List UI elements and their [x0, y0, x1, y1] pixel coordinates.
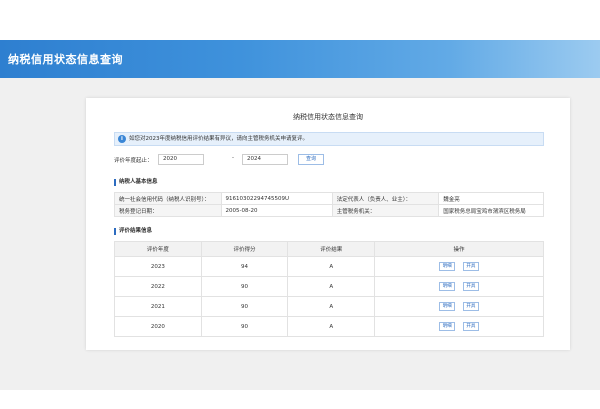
evaluation-section-title: 评价结果信息 — [114, 228, 152, 235]
tax-authority-value: 国家税务总局宝鸡市渭滨区税务局 — [438, 204, 544, 217]
column-header-result: 评价结果 — [287, 241, 376, 257]
year-cell: 2022 — [114, 276, 202, 297]
action-cell: 明细 开具 — [374, 296, 544, 317]
legal-rep-label: 法定代表人（负责人、业主）： — [331, 192, 440, 205]
query-button[interactable]: 查询 — [298, 154, 324, 165]
table-row: 2020 90 A 明细 开具 — [114, 316, 544, 337]
notice-text: 如您对2023年度纳税信用评价结果有异议，请向主管税务机关申请复评。 — [129, 136, 308, 142]
year-cell: 2020 — [114, 316, 202, 337]
score-cell: 90 — [200, 296, 289, 317]
table-row: 2022 90 A 明细 开具 — [114, 276, 544, 297]
column-header-score: 评价得分 — [200, 241, 289, 257]
table-header-row: 评价年度 评价得分 评价结果 操作 — [114, 241, 544, 257]
column-header-action: 操作 — [374, 241, 544, 257]
issue-button[interactable]: 开具 — [462, 322, 479, 331]
credit-code-label: 统一社会信用代码（纳税人识别号）： — [114, 192, 222, 205]
action-cell: 明细 开具 — [374, 316, 544, 337]
evaluation-table: 评价年度 评价得分 评价结果 操作 2023 94 A 明细 开具 2022 9… — [114, 241, 544, 337]
detail-button[interactable]: 明细 — [439, 322, 456, 331]
year-range-label: 评价年度起止： — [114, 158, 153, 164]
result-cell: A — [287, 256, 376, 277]
info-row: 统一社会信用代码（纳税人识别号）： 91610302294745509U 法定代… — [114, 192, 544, 205]
table-row: 2023 94 A 明细 开具 — [114, 256, 544, 277]
table-row: 2021 90 A 明细 开具 — [114, 296, 544, 317]
action-cell: 明细 开具 — [374, 256, 544, 277]
score-cell: 90 — [200, 276, 289, 297]
tax-authority-label: 主管税务机关： — [331, 204, 440, 217]
issue-button[interactable]: 开具 — [462, 262, 479, 271]
start-year-input[interactable]: 2020 — [158, 154, 204, 165]
top-header-bar: 纳税信用状态信息查询 — [0, 40, 600, 78]
range-separator: - — [232, 155, 234, 161]
issue-button[interactable]: 开具 — [462, 302, 479, 311]
year-cell: 2023 — [114, 256, 202, 277]
basic-info-table: 统一社会信用代码（纳税人识别号）： 91610302294745509U 法定代… — [114, 192, 544, 217]
query-panel: 纳税信用状态信息查询 i 如您对2023年度纳税信用评价结果有异议，请向主管税务… — [86, 98, 570, 350]
detail-button[interactable]: 明细 — [439, 302, 456, 311]
score-cell: 90 — [200, 316, 289, 337]
issue-button[interactable]: 开具 — [462, 282, 479, 291]
info-row: 税务登记日期： 2005-08-20 主管税务机关： 国家税务总局宝鸡市渭滨区税… — [114, 204, 544, 217]
notice-banner: i 如您对2023年度纳税信用评价结果有异议，请向主管税务机关申请复评。 — [114, 132, 544, 146]
info-icon: i — [118, 135, 126, 143]
registration-date-value: 2005-08-20 — [220, 204, 333, 217]
year-cell: 2021 — [114, 296, 202, 317]
app-title: 纳税信用状态信息查询 — [8, 53, 123, 66]
end-year-input[interactable]: 2024 — [242, 154, 288, 165]
detail-button[interactable]: 明细 — [439, 262, 456, 271]
result-cell: A — [287, 316, 376, 337]
score-cell: 94 — [200, 256, 289, 277]
column-header-year: 评价年度 — [114, 241, 202, 257]
panel-title: 纳税信用状态信息查询 — [293, 113, 363, 121]
basic-info-section-title: 纳税人基本信息 — [114, 179, 158, 186]
action-cell: 明细 开具 — [374, 276, 544, 297]
result-cell: A — [287, 276, 376, 297]
registration-date-label: 税务登记日期： — [114, 204, 222, 217]
result-cell: A — [287, 296, 376, 317]
legal-rep-value: 魏金亮 — [438, 192, 544, 205]
credit-code-value: 91610302294745509U — [220, 192, 333, 205]
detail-button[interactable]: 明细 — [439, 282, 456, 291]
